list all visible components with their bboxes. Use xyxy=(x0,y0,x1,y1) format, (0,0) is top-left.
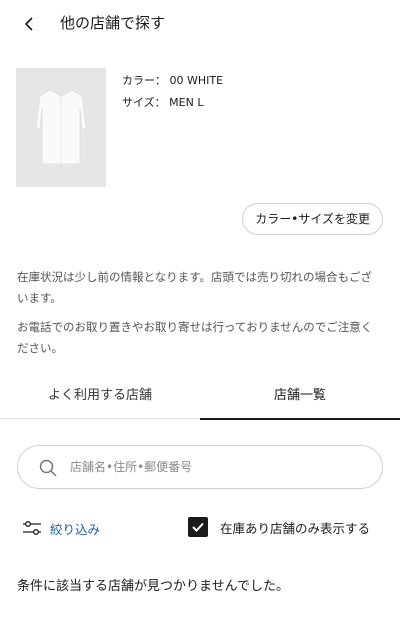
chevron-left-icon xyxy=(24,17,33,31)
color-label: カラー： xyxy=(122,74,166,87)
store-search-box[interactable] xyxy=(17,445,383,489)
in-stock-label: 在庫あり店舗のみ表示する xyxy=(220,520,371,536)
phone-notice: お電話でのお取り置きやお取り寄せは行っておりませんのでご注意ください。 xyxy=(17,320,373,355)
tab-store-list[interactable]: 店舗一覧 xyxy=(200,379,400,420)
filter-label: 絞り込み xyxy=(50,521,101,537)
product-image xyxy=(16,68,106,187)
empty-result-message: 条件に該当する店舗が見つかりませんでした。 xyxy=(17,579,289,594)
tab-frequent-stores[interactable]: よく利用する店舗 xyxy=(0,379,200,419)
in-stock-toggle[interactable]: 在庫あり店舗のみ表示する xyxy=(188,517,370,537)
stock-notice: 在庫状況は少し前の情報となります。店頭では売り切れの場合もございます。 xyxy=(17,270,373,305)
in-stock-checkbox[interactable] xyxy=(188,517,208,537)
header: 他の店舗で探す xyxy=(0,0,400,48)
search-input[interactable] xyxy=(70,456,370,478)
store-tabs: よく利用する店舗 店舗一覧 xyxy=(0,379,400,420)
size-value: MEN L xyxy=(169,96,204,109)
color-value: 00 WHITE xyxy=(169,74,224,87)
size-row: サイズ： MEN L xyxy=(122,92,223,114)
change-color-size-button[interactable]: カラー•サイズを変更 xyxy=(242,203,383,235)
search-icon xyxy=(39,459,57,477)
color-row: カラー： 00 WHITE xyxy=(122,70,223,92)
filter-button[interactable]: 絞り込み xyxy=(22,517,100,539)
page-title: 他の店舗で探す xyxy=(60,14,166,32)
back-button[interactable] xyxy=(16,10,44,38)
size-label: サイズ： xyxy=(122,96,166,109)
sliders-icon xyxy=(23,521,41,535)
checkmark-icon xyxy=(192,522,204,532)
shirt-image xyxy=(35,89,87,165)
product-attributes: カラー： 00 WHITE サイズ： MEN L xyxy=(122,70,223,114)
